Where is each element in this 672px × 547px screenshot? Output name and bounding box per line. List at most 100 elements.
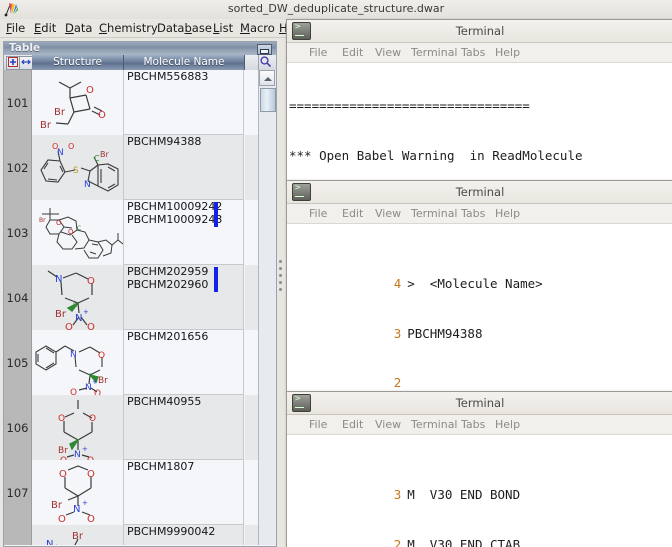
menu-file[interactable]: File <box>6 21 25 35</box>
svg-text:Br: Br <box>51 500 63 511</box>
terminal-menu-file[interactable]: File <box>309 418 327 431</box>
scrollbar-thumb[interactable] <box>260 88 276 112</box>
terminal-menu-file[interactable]: File <box>309 207 327 220</box>
methyl-morpholine-bromo-nitro-structure[interactable]: N O Br N + O O R <box>32 265 124 331</box>
terminal-menu-tabs[interactable]: Tabs <box>461 418 485 431</box>
terminal-menu-view[interactable]: View <box>375 418 401 431</box>
molecule-name-cell[interactable]: PBCHM9990042 <box>124 525 244 545</box>
terminal-line: 2M V30 END CTAB <box>289 520 672 537</box>
beta-lactone-dibromo-structure[interactable]: O O Br Br <box>32 70 124 136</box>
table-row[interactable]: 102 <box>4 135 258 200</box>
row-number: 108 <box>4 525 32 545</box>
svg-text:N: N <box>74 450 81 460</box>
benzyl-morpholine-bromo-nitro-structure[interactable]: N O Br N + O O R <box>32 330 124 396</box>
terminal-1-output[interactable]: ================================ *** Ope… <box>287 63 672 186</box>
row-number: 105 <box>4 330 32 396</box>
terminal-menu-file[interactable]: File <box>309 46 327 59</box>
row-number: 106 <box>4 395 32 461</box>
column-header-molecule-name[interactable]: Molecule Name <box>124 55 245 70</box>
row-tail-cell <box>245 395 258 461</box>
column-header-blank[interactable] <box>245 55 259 70</box>
search-icon-glyph <box>259 55 272 68</box>
table-row[interactable]: 108 N N <box>4 525 258 545</box>
search-icon[interactable] <box>259 55 276 70</box>
table-panel-titlebar[interactable]: Table <box>4 42 276 56</box>
terminal-menu-edit[interactable]: Edit <box>342 46 363 59</box>
molecule-name: PBCHM10009242 <box>127 201 243 214</box>
line-number: 4 <box>349 276 407 293</box>
table-row[interactable]: 103 <box>4 200 258 265</box>
aziridine-bromo-fluoro-structure[interactable]: N N Br F <box>32 525 124 545</box>
terminal-menu-terminal[interactable]: Terminal <box>411 46 458 59</box>
terminal-menu-terminal[interactable]: Terminal <box>411 207 458 220</box>
molecule-name-cell[interactable]: PBCHM94388 <box>124 135 244 200</box>
menu-database[interactable]: Database <box>157 21 212 35</box>
table-row[interactable]: 101 <box>4 70 258 135</box>
menu-macro[interactable]: Macro <box>240 21 275 35</box>
add-row-icon[interactable] <box>6 56 20 70</box>
terminal-window-2[interactable]: Terminal File Edit View Terminal Tabs He… <box>286 180 672 394</box>
table-rows[interactable]: 101 <box>4 70 258 545</box>
row-number: 107 <box>4 460 32 526</box>
svg-text:O: O <box>87 469 95 480</box>
terminal-menu-help[interactable]: Help <box>495 418 520 431</box>
scroll-up-button[interactable] <box>259 70 275 86</box>
svg-text:O: O <box>87 276 95 287</box>
terminal-menu-tabs[interactable]: Tabs <box>461 46 485 59</box>
svg-text:Br: Br <box>98 376 108 386</box>
svg-text:N: N <box>75 313 82 324</box>
terminal-menu-edit[interactable]: Edit <box>342 418 363 431</box>
nitrophenyl-thio-bromoindole-structure[interactable]: O O N S N C Br <box>32 135 124 201</box>
resize-columns-icon[interactable] <box>19 56 33 70</box>
table-row[interactable]: 104 <box>4 265 258 330</box>
terminal-1-title: Terminal <box>287 24 672 38</box>
splitter-handle[interactable] <box>279 260 284 294</box>
terminal-line: 4> <Molecule Name> <box>289 259 672 276</box>
table-vertical-scrollbar[interactable] <box>258 70 276 545</box>
molecule-name-cell[interactable]: PBCHM1807 <box>124 460 244 525</box>
minimize-icon[interactable] <box>257 44 272 55</box>
terminal-3-titlebar[interactable]: Terminal <box>287 392 672 415</box>
menu-edit[interactable]: Edit <box>34 21 56 35</box>
svg-text:N: N <box>73 504 80 515</box>
terminal-menu-help[interactable]: Help <box>495 207 520 220</box>
terminal-menu-edit[interactable]: Edit <box>342 207 363 220</box>
table-row[interactable]: 105 <box>4 330 258 395</box>
structure-drawing: Br O O C <box>32 200 123 265</box>
terminal-2-output[interactable]: 4> <Molecule Name> 3PBCHM94388 2 1$$$$ 4… <box>287 224 672 394</box>
terminal-line-text: PBCHM94388 <box>407 326 482 341</box>
table-row[interactable]: 107 <box>4 460 258 525</box>
molecule-name-cell[interactable]: PBCHM201656 <box>124 330 244 395</box>
row-number: 102 <box>4 135 32 201</box>
dioxane-bromo-nitro-structure[interactable]: O O Br N + O O <box>32 460 124 526</box>
terminal-menu-view[interactable]: View <box>375 207 401 220</box>
molecule-name-cell[interactable]: PBCHM10009242 PBCHM10009243 <box>124 200 244 265</box>
svg-text:O: O <box>87 514 95 525</box>
menu-data[interactable]: Data <box>65 21 92 35</box>
svg-text:O: O <box>86 85 94 96</box>
screen: sorted_DW_deduplicate_structure.dwar Fil… <box>0 0 672 547</box>
terminal-menu-help[interactable]: Help <box>495 46 520 59</box>
molecule-name-cell[interactable]: PBCHM556883 <box>124 70 244 135</box>
terminal-menu-tabs[interactable]: Tabs <box>461 207 485 220</box>
terminal-line: 3M V30 END BOND <box>289 470 672 487</box>
terminal-2-titlebar[interactable]: Terminal <box>287 181 672 204</box>
terminal-3-output[interactable]: 3M V30 END BOND 2M V30 END CTAB 1M END 4… <box>287 435 672 547</box>
terminal-menu-terminal[interactable]: Terminal <box>411 418 458 431</box>
terminal-window-1[interactable]: Terminal File Edit View Terminal Tabs He… <box>286 19 672 186</box>
svg-text:O: O <box>59 469 67 480</box>
terminal-1-titlebar[interactable]: Terminal <box>287 20 672 43</box>
molecule-name-cell[interactable]: PBCHM40955 <box>124 395 244 460</box>
menu-chemistry[interactable]: Chemistry <box>99 21 158 35</box>
table-row[interactable]: 106 <box>4 395 258 460</box>
row-number: 101 <box>4 70 32 136</box>
menu-list[interactable]: List <box>213 21 233 35</box>
svg-text:N: N <box>84 180 91 190</box>
terminal-menu-view[interactable]: View <box>375 46 401 59</box>
column-header-structure[interactable]: Structure <box>32 55 124 70</box>
svg-text:O: O <box>89 414 96 424</box>
polycyclic-tert-butyl-structure[interactable]: Br O O C <box>32 200 124 266</box>
molecule-name-cell[interactable]: PBCHM202959 PBCHM202960 <box>124 265 244 330</box>
methyl-dioxane-bromo-nitro-structure[interactable]: O O Br N + O O <box>32 395 124 461</box>
terminal-window-3[interactable]: Terminal File Edit View Terminal Tabs He… <box>286 391 672 547</box>
